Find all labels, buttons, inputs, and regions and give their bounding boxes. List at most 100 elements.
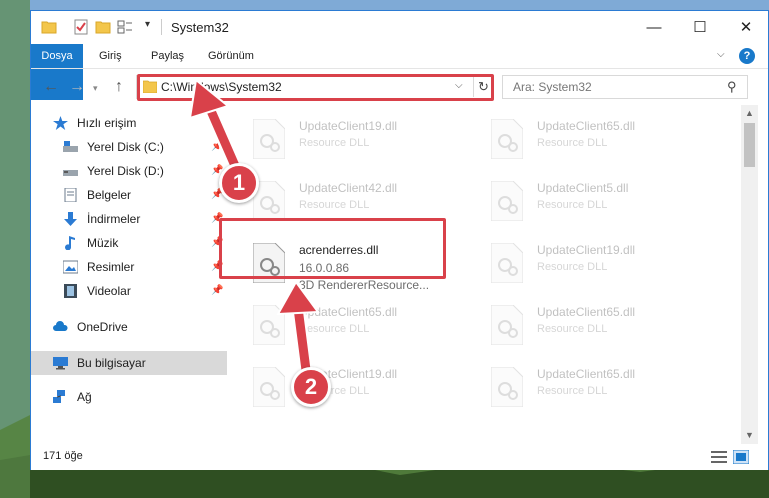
- file-item[interactable]: UpdateClient19.dll Resource DLL: [229, 111, 449, 167]
- sidebar-item-label: OneDrive: [77, 320, 128, 334]
- minimize-button[interactable]: —: [631, 11, 677, 43]
- new-folder-icon[interactable]: [95, 19, 111, 35]
- file-description: Resource DLL: [299, 137, 370, 149]
- file-description: Resource DLL: [537, 385, 608, 397]
- maximize-icon: ☐: [693, 19, 707, 36]
- cloud-icon: [53, 321, 68, 331]
- pin-icon[interactable]: 📌: [211, 279, 223, 303]
- recent-locations-chevron-icon[interactable]: ▾: [93, 83, 98, 94]
- file-item[interactable]: UpdateClient65.dll Resource DLL: [467, 111, 687, 167]
- sidebar-item-documents[interactable]: Belgeler 📌: [31, 183, 227, 207]
- navigation-pane: Hızlı erişim Yerel Disk (C:) 📌 Yerel Dis…: [31, 105, 227, 444]
- step-2-badge: 2: [291, 367, 331, 407]
- sidebar-item-label: Müzik: [87, 236, 119, 250]
- computer-icon: [53, 357, 68, 370]
- file-name: UpdateClient19.dll: [299, 119, 398, 133]
- file-item[interactable]: UpdateClient19.dll Resource DLL: [467, 235, 687, 291]
- document-icon: [64, 188, 77, 202]
- sidebar-item-label: Resimler: [87, 260, 135, 274]
- star-icon: [53, 116, 68, 130]
- sidebar-item-music[interactable]: Müzik 📌: [31, 231, 227, 255]
- file-name: UpdateClient65.dll: [537, 119, 636, 133]
- sidebar-item-downloads[interactable]: İndirmeler 📌: [31, 207, 227, 231]
- sidebar-item-local-disk-d[interactable]: Yerel Disk (D:) 📌: [31, 159, 227, 183]
- sidebar-item-label: Belgeler: [87, 188, 132, 202]
- ribbon-tabs: Dosya Giriş Paylaş Görünüm ⌵ ?: [31, 44, 768, 100]
- sidebar-item-label: Hızlı erişim: [77, 116, 137, 130]
- sidebar-item-network[interactable]: Ağ: [31, 385, 227, 409]
- picture-icon: [63, 260, 78, 274]
- back-arrow-icon[interactable]: ←: [43, 78, 59, 96]
- music-icon: [65, 236, 75, 250]
- scroll-down-arrow-icon[interactable]: ▼: [745, 430, 754, 440]
- file-item[interactable]: UpdateClient65.dll Resource DLL: [229, 297, 449, 353]
- sidebar-item-onedrive[interactable]: OneDrive: [31, 315, 227, 339]
- sidebar-item-videos[interactable]: Videolar 📌: [31, 279, 227, 303]
- drive-icon: [63, 170, 78, 176]
- properties-check-icon[interactable]: [73, 19, 89, 35]
- navigation-bar: ← → ▾ ↑ C:\Windows\System32 ⌵ ↻ Ara: Sys…: [31, 68, 768, 104]
- dll-file-icon: [491, 243, 523, 283]
- step-1-badge: 1: [219, 163, 259, 203]
- tab-view[interactable]: Görünüm: [198, 44, 264, 68]
- pin-icon[interactable]: 📌: [211, 135, 223, 159]
- sidebar-item-label: Yerel Disk (D:): [87, 164, 164, 178]
- file-description: Resource DLL: [537, 137, 608, 149]
- sidebar-item-this-pc[interactable]: Bu bilgisayar: [31, 351, 227, 375]
- file-name: UpdateClient65.dll: [299, 305, 398, 319]
- file-description: Resource DLL: [537, 261, 608, 273]
- item-count: 171 öğe: [43, 450, 83, 462]
- file-item[interactable]: UpdateClient65.dll Resource DLL: [467, 297, 687, 353]
- help-icon[interactable]: ?: [739, 48, 755, 64]
- window-title: System32: [171, 20, 229, 35]
- maximize-button[interactable]: ☐: [677, 11, 723, 43]
- sidebar-item-label: Ağ: [77, 390, 92, 404]
- drive-icon: [63, 141, 78, 152]
- tab-home[interactable]: Giriş: [89, 44, 132, 68]
- dll-file-icon: [253, 119, 285, 159]
- file-description: Resource DLL: [537, 323, 608, 335]
- sidebar-item-quick-access[interactable]: Hızlı erişim: [31, 111, 227, 135]
- dll-file-icon: [253, 305, 285, 345]
- vertical-scrollbar[interactable]: ▲ ▼: [741, 105, 758, 444]
- expand-ribbon-chevron-icon[interactable]: ⌵: [717, 49, 725, 60]
- file-name: UpdateClient65.dll: [537, 367, 636, 381]
- close-icon: ✕: [739, 19, 753, 36]
- file-name: UpdateClient19.dll: [537, 243, 636, 257]
- folder-icon[interactable]: [41, 19, 57, 35]
- file-highlight-box: [219, 218, 446, 279]
- close-button[interactable]: ✕: [723, 11, 769, 43]
- file-description: Resource DLL: [537, 199, 608, 211]
- search-box[interactable]: Ara: System32 ⚲: [502, 75, 748, 99]
- scroll-up-arrow-icon[interactable]: ▲: [745, 108, 754, 118]
- file-item[interactable]: UpdateClient5.dll Resource DLL: [467, 173, 687, 229]
- sidebar-item-label: Videolar: [87, 284, 131, 298]
- sidebar-item-pictures[interactable]: Resimler 📌: [31, 255, 227, 279]
- search-input[interactable]: Ara: System32: [513, 80, 592, 94]
- large-icons-view-icon[interactable]: [733, 450, 749, 464]
- dll-file-icon: [253, 367, 285, 407]
- file-name: UpdateClient65.dll: [537, 305, 636, 319]
- network-icon: [53, 390, 65, 403]
- file-item[interactable]: UpdateClient19.dll Resource DLL: [229, 359, 449, 415]
- view-options-icon[interactable]: [117, 19, 133, 35]
- file-name: UpdateClient42.dll: [299, 181, 398, 195]
- customize-toolbar-chevron-icon[interactable]: ▾: [145, 19, 161, 35]
- forward-arrow-icon[interactable]: →: [69, 78, 85, 96]
- sidebar-item-local-disk-c[interactable]: Yerel Disk (C:) 📌: [31, 135, 227, 159]
- dll-file-icon: [491, 367, 523, 407]
- dll-file-icon: [491, 181, 523, 221]
- up-arrow-icon[interactable]: ↑: [115, 78, 123, 96]
- title-separator: [161, 19, 162, 35]
- details-view-icon[interactable]: [711, 450, 727, 464]
- search-icon: ⚲: [727, 79, 737, 94]
- status-bar: 171 öğe: [31, 444, 768, 470]
- scrollbar-thumb[interactable]: [744, 123, 755, 167]
- file-description: Resource DLL: [299, 199, 370, 211]
- tab-share[interactable]: Paylaş: [141, 44, 194, 68]
- file-description: 3D RendererResource...: [299, 278, 430, 292]
- dll-file-icon: [491, 305, 523, 345]
- minimize-icon: —: [646, 18, 662, 36]
- file-item[interactable]: UpdateClient65.dll Resource DLL: [467, 359, 687, 415]
- sidebar-item-label: Yerel Disk (C:): [87, 140, 164, 154]
